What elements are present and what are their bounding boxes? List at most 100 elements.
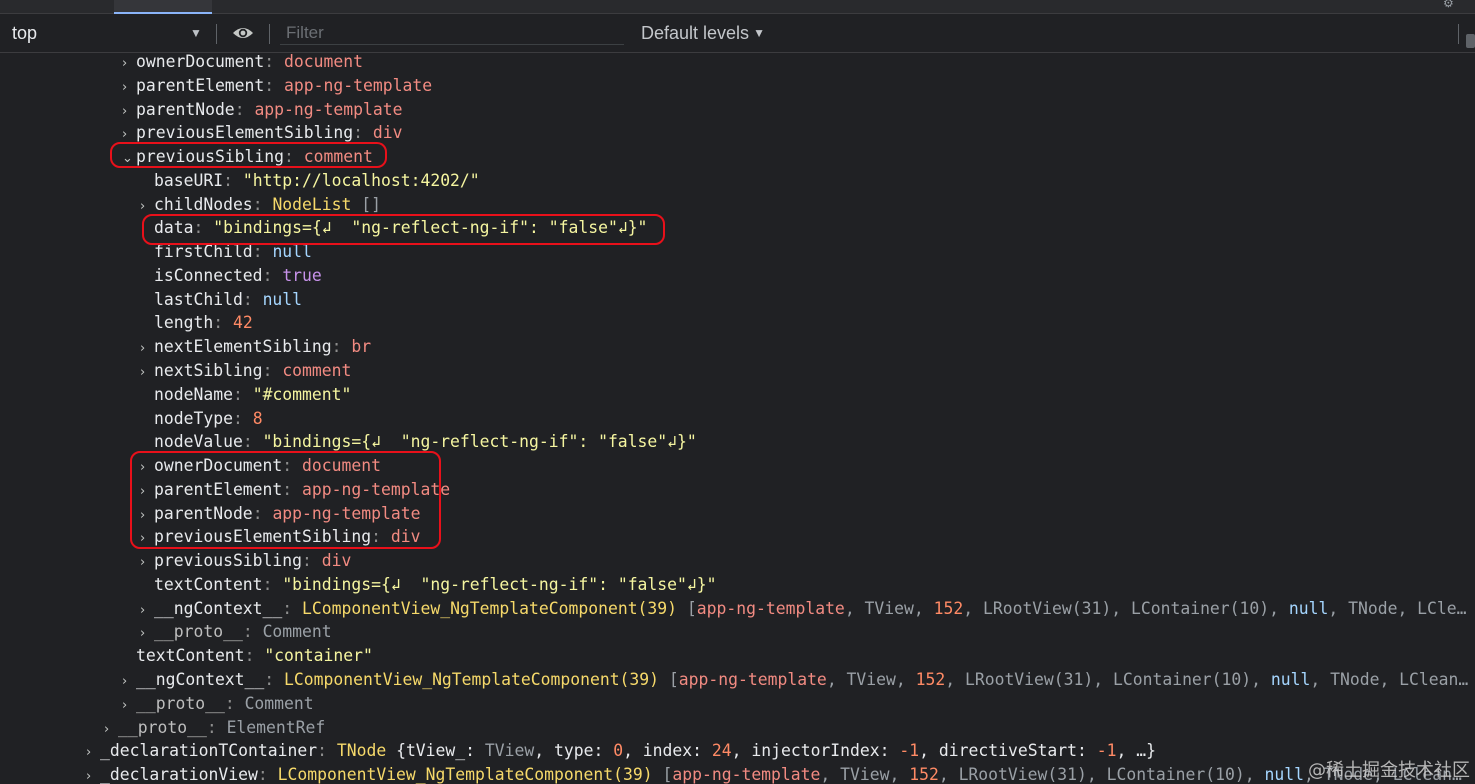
console-output: › ownerDocument: document › parentElement: … xyxy=(0,52,1475,784)
log-levels-dropdown[interactable]: Default levels ▼ xyxy=(641,23,765,44)
console-property-row[interactable]: › previousSibling: div xyxy=(140,549,351,573)
collapsed-arrow-icon[interactable]: › xyxy=(86,765,100,784)
colon: : xyxy=(234,99,255,119)
console-property-row[interactable]: › parentNode: app-ng-template xyxy=(140,502,420,526)
property-value: div xyxy=(321,551,352,571)
property-value: ElementRef xyxy=(226,717,326,737)
settings-gear-icon[interactable]: ⚙ xyxy=(1443,0,1455,10)
console-property-row[interactable]: › parentElement: app-ng-template xyxy=(140,478,450,502)
colon: : xyxy=(232,384,253,404)
property-key: parentNode xyxy=(136,99,235,119)
property-value: app-ng-template xyxy=(284,75,433,95)
property-value: 0 xyxy=(613,741,624,761)
console-property-row[interactable]: › childNodes: NodeList [] xyxy=(140,193,381,217)
console-property-row[interactable]: › previousElementSibling: div xyxy=(140,525,420,549)
console-property-row[interactable]: › parentNode: app-ng-template xyxy=(122,98,402,122)
console-property-row[interactable]: › __ngContext__: LComponentView_NgTemplat… xyxy=(122,668,1468,692)
toolbar-divider xyxy=(216,24,217,44)
property-key: nextSibling xyxy=(154,361,263,380)
console-property-row[interactable]: › ownerDocument: document xyxy=(140,454,381,478)
collapsed-arrow-icon[interactable]: › xyxy=(140,361,154,385)
collapsed-arrow-icon[interactable]: › xyxy=(122,123,136,147)
collapsed-arrow-icon[interactable]: › xyxy=(140,195,154,219)
console-property-row[interactable]: ⌄ previousSibling: comment xyxy=(122,145,373,169)
property-value: 8 xyxy=(252,408,263,428)
console-property-row: data: "bindings={↲ "ng-reflect-ng-if": "… xyxy=(140,216,647,240)
colon: : xyxy=(331,337,352,357)
property-key: nextElementSibling xyxy=(154,337,332,357)
console-property-row: length: 42 xyxy=(140,311,253,335)
collapsed-arrow-icon[interactable]: › xyxy=(140,456,154,480)
collapsed-arrow-icon[interactable]: › xyxy=(122,694,136,718)
property-value: TNode xyxy=(336,741,387,761)
colon: : xyxy=(284,147,304,167)
console-property-row: nodeName: "#comment" xyxy=(140,383,351,407)
collapsed-arrow-icon[interactable]: › xyxy=(140,527,154,551)
property-value: , LRootView(31), LContainer(10), xyxy=(945,670,1271,690)
property-value: div xyxy=(372,123,403,143)
property-value: [] xyxy=(351,194,381,214)
property-key: previousSibling xyxy=(154,551,303,571)
console-property-row[interactable]: › _declarationTContainer: TNode {tView_: … xyxy=(86,739,1156,763)
property-value: [ xyxy=(659,670,679,690)
property-value: true xyxy=(282,265,322,285)
collapsed-arrow-icon[interactable]: › xyxy=(140,551,154,575)
tab-console-active[interactable] xyxy=(114,0,212,14)
collapsed-arrow-icon[interactable]: › xyxy=(122,52,136,76)
property-key: lastChild xyxy=(154,289,243,309)
colon: : xyxy=(213,313,233,333)
property-value: document xyxy=(284,52,363,71)
property-value: null xyxy=(1270,670,1311,690)
console-property-row[interactable]: › __proto__: Comment xyxy=(122,692,314,716)
colon: : xyxy=(252,503,273,523)
collapsed-arrow-icon[interactable]: › xyxy=(140,504,154,528)
eye-icon[interactable] xyxy=(232,24,254,42)
console-property-row[interactable]: › ownerDocument: document xyxy=(122,52,363,74)
collapsed-arrow-icon[interactable]: › xyxy=(122,100,136,124)
console-property-row[interactable]: › nextSibling: comment xyxy=(140,359,351,383)
console-property-row[interactable]: › nextElementSibling: br xyxy=(140,335,371,359)
property-value: 152 xyxy=(933,598,964,618)
collapsed-arrow-icon[interactable]: › xyxy=(104,718,118,742)
property-key: parentElement xyxy=(154,479,283,499)
colon: : xyxy=(206,717,227,737)
filter-input[interactable] xyxy=(280,21,624,45)
property-value: null xyxy=(262,289,303,309)
property-value: app-ng-template xyxy=(302,479,451,499)
console-property-row[interactable]: › __ngContext__: LComponentView_NgTemplat… xyxy=(140,597,1467,621)
property-value: comment xyxy=(303,147,373,167)
console-property-row[interactable]: › __proto__: Comment xyxy=(140,620,332,644)
property-value: 42 xyxy=(232,313,253,333)
expanded-arrow-icon[interactable]: ⌄ xyxy=(122,147,136,171)
property-value: Comment xyxy=(262,622,332,642)
console-property-row[interactable]: › previousElementSibling: div xyxy=(122,121,402,145)
toolbar-divider xyxy=(1458,24,1459,44)
console-property-row: baseURI: "http://localhost:4202/" xyxy=(140,169,480,193)
console-settings-icon[interactable] xyxy=(1466,34,1475,48)
colon: : xyxy=(252,194,273,214)
collapsed-arrow-icon[interactable]: › xyxy=(140,599,154,623)
colon: : xyxy=(282,479,303,499)
colon: : xyxy=(262,574,283,594)
collapsed-arrow-icon[interactable]: › xyxy=(140,480,154,504)
console-property-row[interactable]: › parentElement: app-ng-template xyxy=(122,74,432,98)
collapsed-arrow-icon[interactable]: › xyxy=(122,76,136,100)
console-property-row[interactable]: › __proto__: ElementRef xyxy=(104,716,325,740)
context-selector[interactable]: top ▼ xyxy=(0,14,210,52)
colon: : xyxy=(353,123,373,143)
property-key: previousElementSibling xyxy=(154,527,372,547)
property-value: LComponentView_NgTemplateComponent(39) xyxy=(284,670,660,690)
console-toolbar: top ▼ Default levels▼ xyxy=(0,14,1475,53)
console-property-row[interactable]: › _declarationView: LComponentView_NgTemp… xyxy=(86,763,1462,784)
collapsed-arrow-icon[interactable]: › xyxy=(122,670,136,694)
collapsed-arrow-icon[interactable]: › xyxy=(86,741,100,765)
collapsed-arrow-icon[interactable]: › xyxy=(140,337,154,361)
property-value: , injectorIndex: xyxy=(731,741,900,761)
property-value: null xyxy=(272,242,312,262)
collapsed-arrow-icon[interactable]: › xyxy=(140,622,154,646)
property-key: previousSibling xyxy=(136,147,285,167)
console-property-row: isConnected: true xyxy=(140,264,322,288)
property-value: LComponentView_NgTemplateComponent(39) xyxy=(302,598,678,618)
property-key: parentElement xyxy=(136,75,265,95)
property-value: Comment xyxy=(244,693,314,713)
